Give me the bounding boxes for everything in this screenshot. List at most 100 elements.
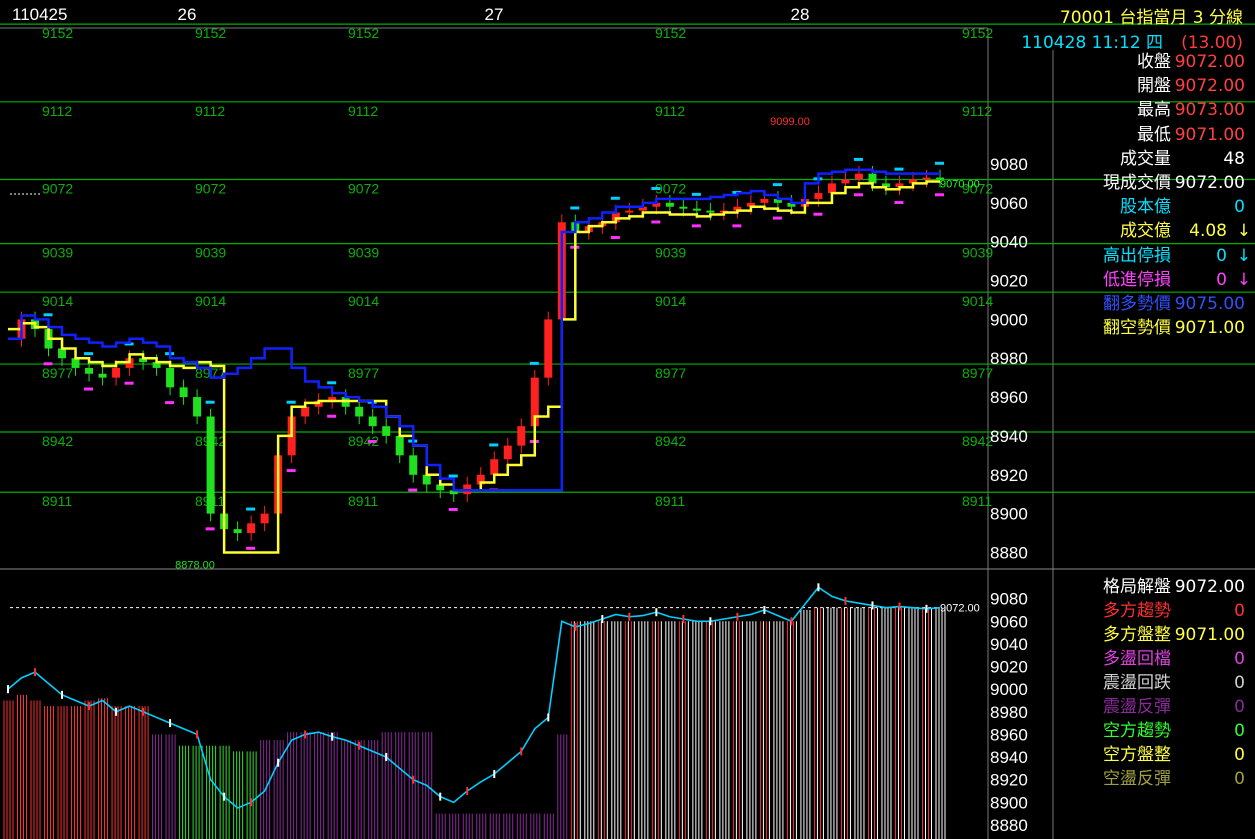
panel-row-value: 9072.00 <box>1174 173 1245 193</box>
level-label: 9152 <box>195 25 226 41</box>
candle-body <box>409 455 418 475</box>
high-marker <box>610 196 620 200</box>
panel-row-label: 震盪回跌 <box>1103 673 1171 693</box>
price-tick: 8960 <box>990 725 1028 744</box>
high-marker <box>570 206 580 210</box>
level-label: 9072 <box>42 181 73 197</box>
high-marker <box>43 313 53 317</box>
level-label: 9039 <box>195 245 226 261</box>
panel-row-value: 0 <box>1234 697 1245 717</box>
candle-body <box>355 406 364 417</box>
candle-body <box>665 202 674 207</box>
panel-row-value: 9072.00 <box>1174 577 1245 597</box>
high-marker <box>529 361 539 365</box>
panel-row-label: 低進停損 <box>1103 269 1171 290</box>
price-tick: 9060 <box>990 612 1028 631</box>
date-label-start: 110425 <box>12 5 67 24</box>
panel-row: 成交億 4.08 ↓ <box>1055 219 1255 243</box>
panel-row-label: 最高 <box>1137 100 1171 121</box>
level-label: 9152 <box>655 25 686 41</box>
level-label: 9014 <box>42 293 73 309</box>
price-tick: 9000 <box>990 680 1028 699</box>
high-marker <box>246 507 256 511</box>
panel-row-label: 多方趨勢 <box>1103 601 1171 621</box>
price-tick: 9040 <box>990 635 1028 654</box>
price-tick: 9080 <box>990 155 1028 174</box>
high-marker <box>691 192 701 196</box>
low-marker <box>327 414 337 418</box>
price-tick: 8920 <box>990 771 1028 790</box>
panel-row: 收盤 9072.00 <box>1055 50 1255 74</box>
panel-row: 最低 9071.00 <box>1055 123 1255 147</box>
panel-row-value: 9073.00 <box>1174 100 1245 121</box>
candle-body <box>98 373 107 378</box>
level-label: 8977 <box>42 365 73 381</box>
panel-row: 低進停損 0 ↓ <box>1055 268 1255 292</box>
status-panel: 格局解盤 9072.00 多方趨勢 0 多方盤整 9071.00 多盪回檔 0 震盪回跌 0 震盪反… <box>1055 575 1255 795</box>
panel-row: 最高 9073.00 <box>1055 98 1255 122</box>
candle-body <box>71 358 80 368</box>
panel-row-value: 48 <box>1223 148 1245 169</box>
low-marker <box>165 401 175 405</box>
level-label: 8977 <box>348 365 379 381</box>
level-label: 8977 <box>655 365 686 381</box>
candle-body <box>692 208 701 211</box>
panel-row-value: 9072.00 <box>1174 52 1245 72</box>
panel-row: 翻空勢價 9071.00 <box>1055 316 1255 340</box>
candle-body <box>179 387 188 398</box>
panel-row: 成交量 48 <box>1055 147 1255 171</box>
candle-body <box>503 445 512 460</box>
level-label: 9112 <box>655 103 685 119</box>
low-marker <box>124 381 134 385</box>
down-arrow-icon: ↓ <box>1236 269 1251 290</box>
last-price-label: 9070.00 <box>940 178 980 190</box>
date-label: 28 <box>791 5 810 24</box>
high-marker <box>84 352 94 356</box>
level-label: 9152 <box>348 25 379 41</box>
panel-row-label: 空方趨勢 <box>1103 721 1171 741</box>
low-marker <box>935 193 944 197</box>
panel-row-value: 0 <box>1234 649 1245 669</box>
candle-body <box>827 183 836 194</box>
panel-row-label: 股本億 <box>1120 197 1171 218</box>
price-tick: 9060 <box>990 194 1028 213</box>
panel-row-label: 空盪反彈 <box>1103 769 1171 789</box>
low-marker <box>772 216 782 220</box>
panel-row: 震盪回跌 0 <box>1055 671 1255 695</box>
panel-row-value: 9072.00 <box>1174 76 1245 97</box>
level-label: 9014 <box>348 293 379 309</box>
panel-row: 震盪反彈 0 <box>1055 695 1255 719</box>
high-marker <box>489 443 499 447</box>
down-arrow-icon: ↓ <box>1236 245 1251 266</box>
level-label: 8942 <box>655 433 686 449</box>
level-label: 9039 <box>42 245 73 261</box>
high-marker <box>327 381 337 385</box>
candle-body <box>58 348 67 359</box>
level-label: 9112 <box>348 103 378 119</box>
panel-row-value: 9071.00 <box>1174 318 1245 339</box>
price-tick: 8920 <box>990 466 1028 485</box>
candle-body <box>490 459 499 475</box>
price-tick: 9000 <box>990 310 1028 329</box>
panel-row-label: 翻多勢價 <box>1103 294 1171 314</box>
price-tick: 8880 <box>990 816 1028 835</box>
low-marker <box>43 362 53 366</box>
high-marker <box>853 157 863 161</box>
low-marker <box>691 224 701 228</box>
panel-row-label: 最低 <box>1137 124 1171 145</box>
panel-row: 多方趨勢 0 <box>1055 599 1255 623</box>
panel-row-value: 0 <box>1234 197 1245 218</box>
high-marker <box>205 400 215 404</box>
candle-body <box>922 177 931 180</box>
low-marker <box>894 201 904 205</box>
low-marker <box>610 236 620 240</box>
panel-row-value: 9071.00 <box>1174 625 1245 645</box>
last-price-label: 9072.00 <box>940 603 980 615</box>
low-marker <box>408 488 418 492</box>
candle-body <box>85 367 94 374</box>
level-label: 9072 <box>348 181 379 197</box>
level-label: 9112 <box>962 103 992 119</box>
low-marker <box>246 546 256 550</box>
level-label: 9014 <box>655 293 686 309</box>
candle-body <box>854 173 863 180</box>
